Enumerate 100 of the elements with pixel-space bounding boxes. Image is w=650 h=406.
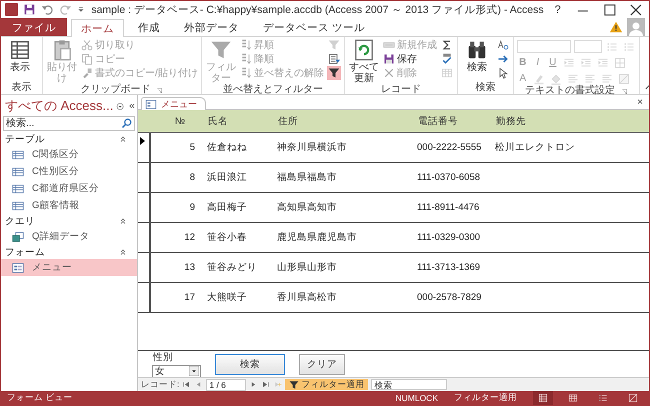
group-label: 検索 [475, 82, 496, 94]
form-field[interactable]: 111-3713-1369 [409, 262, 487, 273]
status-indicator: フィルター適用 [454, 392, 517, 404]
funnel-icon [210, 39, 232, 61]
form-field[interactable]: 浜田浪江 [199, 171, 269, 184]
help-button[interactable]: ? [548, 4, 567, 16]
sort-icon [240, 53, 252, 65]
column-heading: 住所 [277, 114, 299, 128]
chart-icon [628, 393, 638, 403]
form-field[interactable]: 17 [151, 292, 199, 303]
navigation-item[interactable]: メニュー [1, 259, 137, 276]
toggle-filter-button[interactable] [326, 66, 341, 80]
group-label: 並べ替えとフィルター [222, 84, 323, 96]
column-heading: 氏名 [207, 114, 229, 128]
binoculars-icon [466, 39, 488, 61]
arrow-icon[interactable] [496, 53, 509, 65]
form-field[interactable]: 高知県高知市 [269, 201, 409, 214]
list-icon [598, 393, 608, 403]
form-field[interactable]: 111-0370-6058 [409, 172, 487, 183]
first-record-icon[interactable] [182, 380, 192, 389]
form-field[interactable]: 鹿児島県鹿児島市 [269, 231, 409, 244]
ribbon-tab[interactable]: ホーム [71, 19, 124, 37]
ribbon-tab[interactable]: データベース ツール [253, 18, 375, 36]
form-field[interactable]: 8 [151, 172, 199, 183]
ribbon-button[interactable]: 保存 [382, 52, 437, 66]
table-icon [9, 39, 31, 61]
view-button[interactable] [533, 391, 553, 405]
section-header[interactable]: フォーム [1, 245, 137, 259]
search-icon[interactable] [121, 117, 133, 129]
form-field[interactable]: 13 [151, 262, 199, 273]
form-field[interactable]: 大熊咲子 [199, 291, 269, 304]
cursor-icon[interactable] [496, 67, 509, 79]
file-tab[interactable]: ファイル [1, 18, 67, 36]
sum-icon[interactable] [440, 39, 453, 51]
form-field[interactable]: 000-2222-5555 [409, 142, 487, 153]
funnel-icon [328, 67, 340, 79]
group-label: クリップボード [80, 84, 150, 96]
record-selector[interactable] [138, 133, 151, 162]
form-field[interactable]: 5 [151, 142, 199, 153]
close-button[interactable]: × [637, 96, 643, 108]
form-field[interactable]: 松川エレクトロン [487, 141, 575, 154]
group-label: 表示 [12, 82, 32, 94]
navigation-item[interactable]: C都道府県区分 [1, 180, 137, 197]
form-field[interactable]: 山形県山形市 [269, 261, 409, 274]
scissors-icon [81, 39, 93, 51]
collapse-icon [119, 217, 127, 225]
dropdown-icon[interactable] [116, 100, 125, 112]
form-field[interactable]: 9 [151, 202, 199, 213]
form-field[interactable]: 111-8911-4476 [409, 202, 487, 213]
navigation-pane-title[interactable]: すべての Access... [5, 98, 114, 114]
spelling-check-icon[interactable] [440, 53, 453, 65]
save-icon[interactable] [22, 3, 36, 16]
navigation-item[interactable]: C関係区分 [1, 146, 137, 163]
filter-list-icon[interactable] [328, 53, 340, 65]
search-field[interactable]: 検索 [371, 379, 448, 390]
ribbon-tab[interactable]: 作成 [128, 18, 170, 36]
form-field[interactable]: 笹谷小春 [199, 231, 269, 244]
group-label: レコード [380, 84, 421, 96]
collapse-icon [119, 248, 127, 256]
ribbon-button[interactable]: 検索 [460, 38, 493, 82]
ribbon-button[interactable]: 表示 [4, 38, 36, 82]
delete-icon [382, 67, 395, 79]
section-header[interactable]: テーブル [1, 132, 137, 146]
last-record-icon[interactable] [261, 380, 270, 389]
form-button[interactable]: 検索 [215, 354, 285, 374]
filter-toggle[interactable]: フィルター適用 [285, 379, 368, 390]
dropdown-arrow-icon[interactable] [189, 366, 199, 376]
group-label: テキストの書式設定 [524, 85, 615, 97]
form-field[interactable]: 佐倉ねね [199, 141, 269, 154]
form-field[interactable]: 000-2578-7829 [409, 292, 487, 303]
warning-icon[interactable] [609, 20, 623, 34]
form-field[interactable]: 111-0329-0300 [409, 232, 487, 243]
navigation-item[interactable]: Q詳細データ [1, 228, 137, 245]
undo-icon[interactable] [40, 3, 54, 16]
replace-icon[interactable] [496, 39, 509, 51]
table-icon [11, 200, 25, 212]
form-field[interactable]: 香川県高松市 [269, 291, 409, 304]
section-header[interactable]: クエリ [1, 214, 137, 228]
form-field[interactable]: 神奈川県横浜市 [269, 141, 409, 154]
navigation-item[interactable]: C性別区分 [1, 163, 137, 180]
collapse-icon [119, 135, 127, 143]
search-field[interactable]: 検索... [3, 116, 135, 131]
form-field[interactable]: 笹谷みどり [199, 261, 269, 274]
table-icon [11, 182, 25, 194]
navigation-item[interactable]: G顧客情報 [1, 197, 137, 214]
record-number-field[interactable]: 1 / 6 [206, 378, 246, 390]
collapse-icon[interactable] [128, 101, 135, 111]
document-tab[interactable]: メニュー [141, 97, 206, 110]
ribbon-tab[interactable]: 外部データ [174, 18, 249, 36]
status-indicator: NUMLOCK [395, 393, 438, 403]
ribbon-button[interactable]: すべて更新 [348, 38, 380, 84]
dialog-launcher-icon[interactable] [620, 88, 628, 94]
form-icon [11, 262, 25, 274]
dialog-launcher-icon[interactable] [156, 86, 164, 94]
form-field[interactable]: 福島県福島市 [269, 171, 409, 184]
table-icon [538, 393, 548, 403]
form-button[interactable]: クリア [299, 354, 345, 374]
form-field[interactable]: 12 [151, 232, 199, 243]
column-heading: № [174, 116, 186, 126]
form-field[interactable]: 高田梅子 [199, 201, 269, 214]
